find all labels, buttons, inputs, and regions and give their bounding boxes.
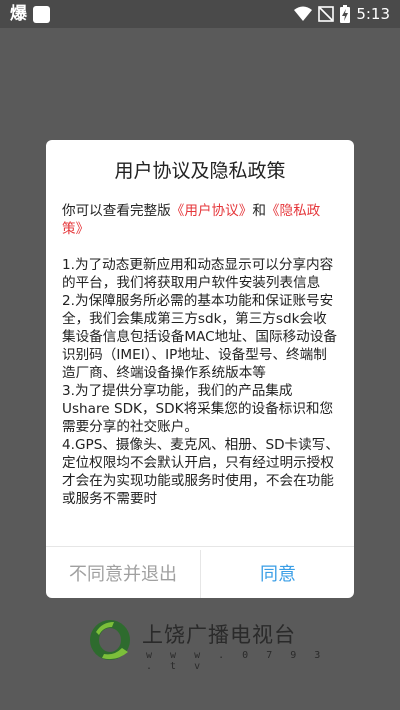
user-agreement-link[interactable]: 《用户协议》 — [171, 203, 253, 219]
clock: 5:13 — [356, 5, 390, 23]
privacy-dialog: 用户协议及隐私政策 你可以查看完整版《用户协议》和《隐私政策》 1.为了动态更新… — [46, 140, 354, 598]
policy-item-4: 4.GPS、摄像头、麦克风、相册、SD卡读写、定位权限均不会默认开启，只有经过明… — [62, 437, 339, 507]
status-bar: 爆 5:13 — [0, 0, 400, 28]
station-name: 上饶广播电视台 — [142, 623, 296, 647]
app-notification-icon: 爆 — [10, 4, 27, 24]
intro-text: 你可以查看完整版《用户协议》和《隐私政策》 — [62, 202, 340, 238]
notification-square-icon — [33, 5, 50, 23]
policy-item-2: 2.为保障服务所必需的基本功能和保证账号安全，我们会集成第三方sdk，第三方sd… — [62, 293, 337, 381]
status-bar-right: 5:13 — [294, 3, 390, 25]
intro-prefix: 你可以查看完整版 — [62, 203, 171, 219]
wifi-icon — [294, 6, 313, 21]
policy-item-1: 1.为了动态更新应用和动态显示可以分享内容的平台，我们将获取用户软件安装列表信息 — [62, 257, 334, 291]
decline-exit-button[interactable]: 不同意并退出 — [46, 547, 200, 598]
dialog-body-scroll[interactable]: 你可以查看完整版《用户协议》和《隐私政策》 1.为了动态更新应用和动态显示可以分… — [62, 202, 340, 526]
station-url: w w w . 0 7 9 3 . t v — [146, 650, 327, 672]
battery-charging-icon — [340, 5, 351, 23]
brand-footer: 上饶广播电视台 w w w . 0 7 9 3 . t v — [88, 618, 328, 672]
status-bar-left: 爆 — [10, 4, 50, 24]
dialog-title: 用户协议及隐私政策 — [114, 160, 286, 182]
intro-and: 和 — [252, 203, 266, 219]
station-logo-icon — [90, 620, 130, 660]
no-signal-icon — [318, 6, 335, 22]
agree-button[interactable]: 同意 — [201, 547, 354, 598]
policy-item-3: 3.为了提供分享功能，我们的产品集成Ushare SDK，SDK将采集您的设备标… — [62, 383, 334, 435]
